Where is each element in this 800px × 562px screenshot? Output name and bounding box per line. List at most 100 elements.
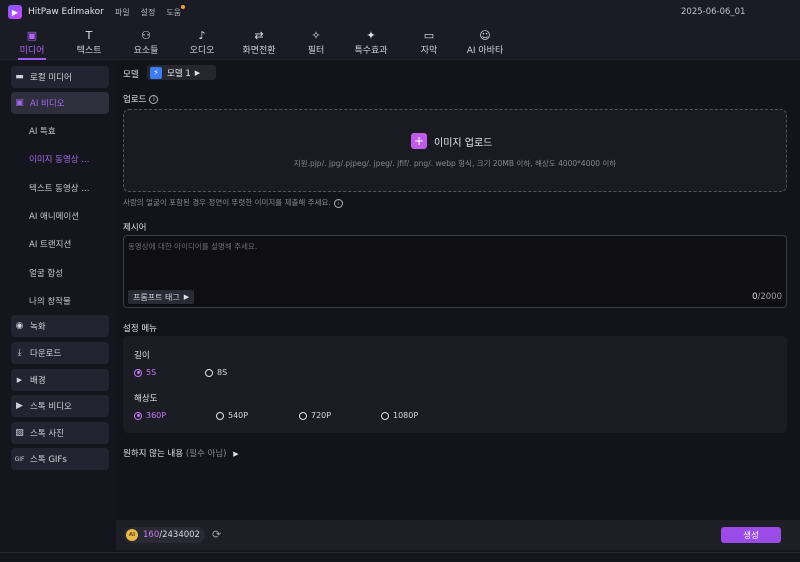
- chevron-right-icon: ▶: [233, 450, 239, 458]
- model-selector[interactable]: ⚡ 모델 1 ▶: [147, 65, 216, 80]
- tab-effects-label: 특수효과: [354, 45, 388, 56]
- tab-ai-avatar-label: AI 아바타: [466, 45, 504, 56]
- sidebar-item-stock-video[interactable]: ▶ 스톡 비디오: [11, 395, 109, 417]
- title-bar: ▶ HitPaw Edimakor 파일 설정 도움 2025-06-06_01: [0, 0, 800, 24]
- coin-icon: AI: [126, 529, 138, 541]
- audio-icon: ♪: [198, 28, 206, 42]
- info-icon[interactable]: i: [333, 198, 343, 208]
- resolution-label: 해상도: [134, 394, 158, 404]
- sidebar-item-label: AI 비디오: [30, 99, 65, 109]
- radio-icon: [205, 368, 213, 377]
- resolution-option-360p[interactable]: 360P: [134, 411, 166, 420]
- project-name: 2025-06-06_01: [681, 7, 746, 17]
- generate-button[interactable]: 생성: [721, 527, 781, 543]
- tab-ai-avatar[interactable]: ☺ AI 아바타: [460, 24, 510, 60]
- prompt-textarea[interactable]: 동영상에 대한 아이디어를 설명해 주세요. 프롬프트 태그 ▶ 0/2000: [123, 235, 787, 308]
- face-hint: 사람의 얼굴이 포함된 경우 정면이 뚜렷한 이미지를 제출해 주세요. i: [123, 197, 343, 208]
- tab-text[interactable]: T 텍스트: [69, 24, 109, 60]
- resolution-option-label: 1080P: [393, 411, 419, 420]
- upload-dropzone[interactable]: + 이미지 업로드 지원.pjp/. jpg/.pjpeg/. jpeg/. j…: [123, 109, 787, 192]
- timeline-strip: [0, 552, 800, 562]
- sidebar-item-label: 스톡 비디오: [30, 402, 72, 412]
- tab-media-label: 미디어: [19, 45, 45, 56]
- negative-prompt-toggle[interactable]: 원하지 않는 내용 (필수 아님) ▶: [123, 447, 239, 459]
- sidebar-item-label: 스톡 GIFs: [30, 455, 67, 465]
- app-logo-icon: ▶: [8, 5, 22, 19]
- sidebar-item-record[interactable]: ◉ 녹화: [11, 315, 109, 337]
- length-option-8s[interactable]: 8S: [205, 368, 227, 377]
- tab-elements-label: 요소들: [133, 45, 159, 56]
- face-hint-text: 사람의 얼굴이 포함된 경우 정면이 뚜렷한 이미지를 제출해 주세요.: [123, 198, 331, 207]
- tab-effects[interactable]: ✦ 특수효과: [346, 24, 396, 60]
- length-option-label: 8S: [217, 368, 228, 377]
- prompt-tag-button[interactable]: 프롬프트 태그 ▶: [128, 290, 195, 304]
- sidebar-item-label: 로컬 미디어: [30, 73, 72, 83]
- sidebar: ▬ 로컬 미디어 ▣ AI 비디오 AI 특효 이미지 동영상 ... 텍스트 동영…: [8, 62, 116, 472]
- upload-label-text: 업로드: [123, 95, 147, 105]
- sidebar-sub-my-creations[interactable]: 나의 창작물: [29, 295, 71, 307]
- sidebar-sub-image-to-video[interactable]: 이미지 동영상 ...: [29, 153, 89, 165]
- resolution-option-label: 720P: [311, 411, 332, 420]
- tab-subtitle-label: 자막: [420, 45, 438, 56]
- sidebar-item-label: 배경: [30, 376, 46, 386]
- sidebar-sub-ai-effects[interactable]: AI 특효: [29, 125, 56, 137]
- tab-elements[interactable]: ⚇ 요소들: [126, 24, 166, 60]
- download-icon: ⤓: [17, 348, 22, 358]
- tab-transition-label: 화면전환: [242, 45, 276, 56]
- menu-help-label: 도움: [166, 7, 182, 17]
- sidebar-item-download[interactable]: ⤓ 다운로드: [11, 342, 109, 364]
- gif-icon: GIF: [14, 455, 25, 463]
- sidebar-item-local-media[interactable]: ▬ 로컬 미디어: [11, 66, 109, 88]
- sidebar-item-label: 스톡 사진: [30, 429, 64, 439]
- negative-label: 원하지 않는 내용: [123, 449, 184, 459]
- menu-file[interactable]: 파일: [115, 7, 130, 18]
- sidebar-item-label: 다운로드: [30, 349, 62, 359]
- effects-icon: ✦: [366, 28, 376, 42]
- menu-settings[interactable]: 설정: [141, 7, 156, 18]
- tab-transition[interactable]: ⇄ 화면전환: [234, 24, 284, 60]
- menu-bar: 파일 설정 도움: [115, 4, 186, 18]
- refresh-icon[interactable]: ⟳: [212, 528, 221, 541]
- sidebar-item-stock-photo[interactable]: ▨ 스톡 사진: [11, 422, 109, 444]
- radio-icon: [134, 368, 142, 377]
- plus-icon: +: [411, 133, 427, 149]
- menu-help[interactable]: 도움: [166, 4, 186, 18]
- radio-icon: [216, 411, 224, 420]
- prompt-placeholder: 동영상에 대한 아이디어를 설명해 주세요.: [128, 242, 258, 251]
- filter-icon: ✧: [311, 28, 321, 42]
- tab-audio[interactable]: ♪ 오디오: [182, 24, 222, 60]
- sidebar-sub-ai-animation[interactable]: AI 애니메이션: [29, 210, 79, 222]
- length-option-5s[interactable]: 5S: [134, 368, 156, 377]
- tab-filter[interactable]: ✧ 필터: [298, 24, 334, 60]
- radio-icon: [381, 411, 389, 420]
- sidebar-sub-ai-transition[interactable]: AI 트랜지션: [29, 238, 71, 250]
- sidebar-sub-text-to-video[interactable]: 텍스트 동영상 ...: [29, 182, 89, 194]
- sidebar-sub-face-swap[interactable]: 얼굴 합성: [29, 267, 63, 279]
- tab-media[interactable]: ▣ 미디어: [12, 24, 52, 60]
- bolt-icon: ⚡: [150, 66, 162, 79]
- tab-audio-label: 오디오: [189, 45, 215, 56]
- elements-icon: ⚇: [141, 28, 151, 42]
- upload-image-button[interactable]: + 이미지 업로드: [411, 133, 492, 149]
- avatar-icon: ☺: [479, 28, 491, 42]
- sidebar-item-background[interactable]: ▶ 배경: [11, 369, 109, 391]
- resolution-option-1080p[interactable]: 1080P: [381, 411, 418, 420]
- model-value: 모델 1: [167, 68, 191, 79]
- resolution-option-720p[interactable]: 720P: [299, 411, 331, 420]
- sidebar-item-stock-gif[interactable]: GIF 스톡 GIFs: [11, 448, 109, 470]
- radio-icon: [134, 411, 142, 420]
- ai-video-icon: ▣: [15, 98, 24, 108]
- upload-format-hint: 지원.pjp/. jpg/.pjpeg/. jpeg/. jfif/. png/…: [293, 159, 617, 168]
- chevron-right-icon: ▶: [16, 376, 23, 384]
- sidebar-item-ai-video[interactable]: ▣ AI 비디오: [11, 92, 109, 114]
- upload-button-label: 이미지 업로드: [434, 137, 493, 149]
- char-counter: 0/2000: [752, 292, 782, 302]
- model-label: 모델: [123, 70, 139, 80]
- record-icon: ◉: [15, 321, 24, 331]
- resolution-option-540p[interactable]: 540P: [216, 411, 248, 420]
- tab-subtitle[interactable]: ▭ 자막: [412, 24, 446, 60]
- upload-label: 업로드 i: [123, 93, 159, 105]
- negative-optional: (필수 아님): [185, 449, 227, 459]
- info-icon[interactable]: i: [149, 95, 159, 104]
- prompt-label: 제시어: [123, 223, 147, 233]
